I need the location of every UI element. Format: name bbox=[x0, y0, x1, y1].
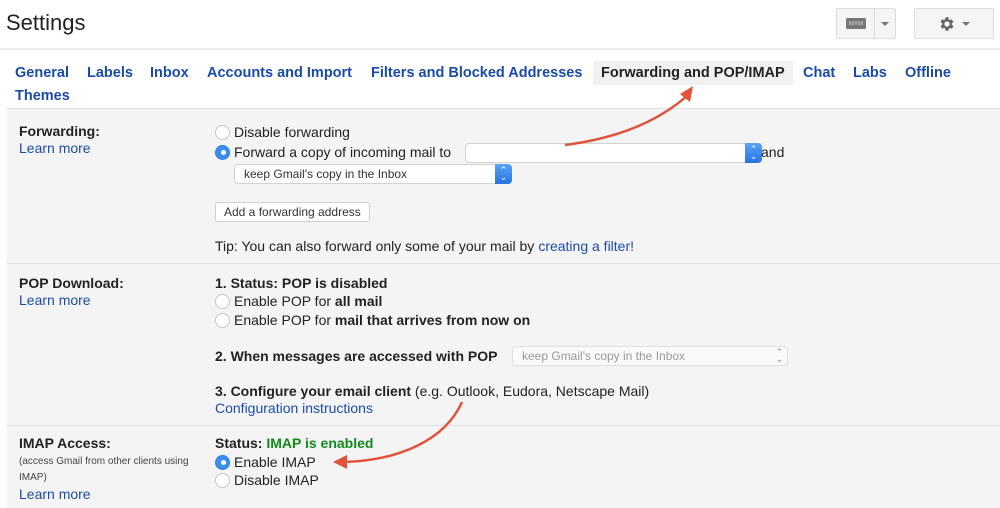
forward-copy-label: Forward a copy of incoming mail to bbox=[234, 144, 452, 160]
chevron-down-icon bbox=[962, 21, 970, 26]
tab-themes[interactable]: Themes bbox=[15, 84, 70, 108]
imap-sub-note: (access Gmail from other clients using I… bbox=[19, 456, 189, 483]
tab-offline[interactable]: Offline bbox=[905, 61, 951, 85]
forwarding-label: Forwarding: bbox=[19, 123, 100, 139]
select-stepper-icon: ⌃ ⌄ bbox=[745, 143, 762, 163]
creating-filter-link[interactable]: creating a filter! bbox=[538, 238, 634, 254]
settings-header: Settings bbox=[0, 0, 1000, 50]
enable-imap-label: Enable IMAP bbox=[234, 454, 316, 470]
tab-general[interactable]: General bbox=[15, 61, 69, 85]
arrowhead-icon bbox=[680, 86, 693, 102]
forward-action-select[interactable]: keep Gmail's copy in the Inbox ⌃ ⌄ bbox=[234, 164, 512, 184]
page-title: Settings bbox=[6, 10, 86, 35]
tab-accounts-and-import[interactable]: Accounts and Import bbox=[207, 61, 352, 85]
enable-pop-all-bold: all mail bbox=[334, 293, 383, 309]
disable-imap-option[interactable]: Disable IMAP bbox=[215, 472, 319, 488]
enable-imap-radio[interactable] bbox=[215, 454, 230, 470]
pop-download-label: POP Download: bbox=[19, 275, 124, 291]
enable-pop-now-option[interactable]: Enable POP for mail that arrives from no… bbox=[215, 312, 530, 328]
chevron-down-icon bbox=[881, 21, 889, 26]
settings-gear-button[interactable] bbox=[914, 8, 994, 39]
imap-status-prefix: Status: bbox=[215, 435, 263, 451]
tab-filters-and-blocked-addresses[interactable]: Filters and Blocked Addresses bbox=[371, 61, 582, 85]
imap-learn-more-link[interactable]: Learn more bbox=[19, 486, 91, 502]
pop-step3-bold: 3. Configure your email client bbox=[215, 383, 412, 399]
pop-step2: 2. When messages are accessed with POP bbox=[215, 348, 497, 364]
disable-forwarding-option[interactable]: Disable forwarding bbox=[215, 124, 350, 140]
tab-labels[interactable]: Labels bbox=[87, 61, 133, 85]
pop-step3-rest: (e.g. Outlook, Eudora, Netscape Mail) bbox=[411, 383, 650, 399]
pop-learn-more-link[interactable]: Learn more bbox=[19, 292, 91, 308]
enable-pop-all-option[interactable]: Enable POP for all mail bbox=[215, 293, 382, 309]
forwarding-section: Forwarding: Learn more Disable forwardin… bbox=[7, 108, 1000, 263]
select-stepper-icon: ⌃ ⌄ bbox=[495, 164, 512, 184]
disable-forwarding-label: Disable forwarding bbox=[234, 124, 350, 140]
keyboard-button[interactable] bbox=[837, 9, 875, 38]
gear-icon bbox=[940, 16, 954, 31]
imap-access-section: IMAP Access: (access Gmail from other cl… bbox=[7, 425, 1000, 508]
imap-status-value: IMAP is enabled bbox=[266, 435, 374, 451]
enable-pop-now-bold: mail that arrives from now on bbox=[334, 312, 531, 328]
enable-imap-option[interactable]: Enable IMAP bbox=[215, 454, 316, 470]
forwarding-tip: Tip: You can also forward only some of y… bbox=[215, 238, 634, 254]
select-stepper-icon: ⌃ ⌄ bbox=[775, 347, 784, 364]
disable-forwarding-radio[interactable] bbox=[215, 124, 230, 140]
pop-access-value: keep Gmail's copy in the Inbox bbox=[522, 349, 686, 363]
tab-labs[interactable]: Labs bbox=[853, 61, 887, 85]
forward-copy-radio[interactable] bbox=[215, 144, 230, 160]
pop-step2-label: 2. When messages are accessed with POP bbox=[215, 348, 498, 364]
keyboard-icon bbox=[845, 18, 866, 29]
imap-status: Status: IMAP is enabled bbox=[215, 435, 373, 451]
imap-access-label: IMAP Access: bbox=[19, 435, 111, 451]
tab-chat[interactable]: Chat bbox=[803, 61, 835, 85]
forwarding-learn-more-link[interactable]: Learn more bbox=[19, 140, 91, 156]
input-tools-button[interactable] bbox=[836, 8, 896, 39]
pop-status-prefix: 1. Status: bbox=[215, 275, 279, 291]
pop-access-select[interactable]: keep Gmail's copy in the Inbox ⌃ ⌄ bbox=[512, 346, 788, 366]
disable-imap-radio[interactable] bbox=[215, 472, 230, 488]
enable-pop-all-prefix: Enable POP for bbox=[234, 293, 332, 309]
add-forwarding-address-button[interactable]: Add a forwarding address bbox=[215, 202, 370, 222]
tab-inbox[interactable]: Inbox bbox=[150, 61, 189, 85]
pop-download-section: POP Download: Learn more 1. Status: POP … bbox=[7, 263, 1000, 425]
input-tools-dropdown[interactable] bbox=[875, 9, 895, 38]
forward-copy-option[interactable]: Forward a copy of incoming mail to bbox=[215, 144, 451, 160]
enable-pop-now-prefix: Enable POP for bbox=[234, 312, 332, 328]
pop-status-value: POP is disabled bbox=[281, 275, 388, 291]
enable-pop-all-radio[interactable] bbox=[215, 293, 230, 309]
tab-forwarding-pop-imap[interactable]: Forwarding and POP/IMAP bbox=[593, 61, 793, 85]
disable-imap-label: Disable IMAP bbox=[234, 472, 319, 488]
and-text: and bbox=[761, 144, 785, 160]
pop-status: 1. Status: POP is disabled bbox=[215, 275, 387, 291]
configuration-instructions-link[interactable]: Configuration instructions bbox=[215, 400, 373, 416]
forward-action-value: keep Gmail's copy in the Inbox bbox=[244, 167, 408, 181]
tip-text: Tip: You can also forward only some of y… bbox=[215, 238, 535, 254]
forward-address-select[interactable]: ⌃ ⌄ bbox=[465, 143, 762, 163]
enable-pop-now-radio[interactable] bbox=[215, 312, 230, 328]
pop-step3: 3. Configure your email client (e.g. Out… bbox=[215, 383, 649, 399]
